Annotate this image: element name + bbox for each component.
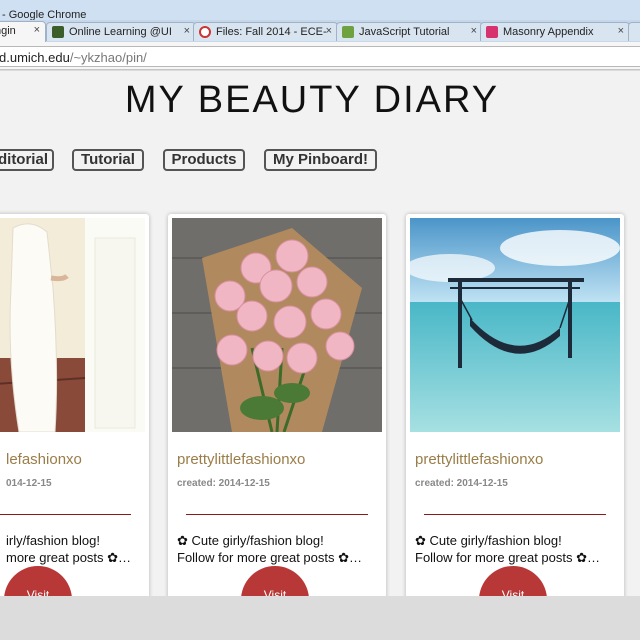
visit-button[interactable]: Visit [4,566,72,596]
pin-divider [186,514,368,515]
pin-card[interactable]: prettylittlefashionxo created: 2014-12-1… [168,214,386,596]
masonry-icon [486,26,498,38]
tab-label: Files: Fall 2014 - ECE- [216,26,327,38]
pin-description-line: ✿ Cute girly/fashion blog! [415,533,562,548]
pin-description-line: Follow for more great posts ✿… [177,550,363,565]
pin-username[interactable]: prettylittlefashionxo [177,451,305,468]
tab-close-icon[interactable]: × [326,25,332,37]
nav-pinboard-button[interactable]: My Pinboard! [264,149,377,171]
tab-label: Online Learning @UI [69,26,172,38]
pin-image-white-dress[interactable] [0,218,145,432]
roses-photo [172,218,382,432]
address-bar[interactable]: d.umich.edu/~ykzhao/pin/ [0,46,640,67]
white-dress-photo [0,218,145,432]
tab-label: ngin [0,25,16,37]
site-title: MY BEAUTY DIARY [124,79,500,121]
pin-description: ✿ Cute girly/fashion blog! Follow for mo… [177,532,382,566]
nav-editorial-button[interactable]: ditorial [0,149,54,171]
tab-active[interactable]: ngin × [0,21,46,42]
canvas-icon [199,26,211,38]
tab-files[interactable]: Files: Fall 2014 - ECE- × [193,22,338,41]
pin-description-line: irly/fashion blog! [6,533,100,548]
ctools-icon [52,26,64,38]
visit-button[interactable]: Visit [479,566,547,596]
pin-divider [424,514,606,515]
tab-close-icon[interactable]: × [34,24,40,36]
pin-description: ✿ Cute girly/fashion blog! Follow for mo… [415,532,620,566]
pin-description-line: ✿ Cute girly/fashion blog! [177,533,324,548]
tab-masonry-appendix[interactable]: Masonry Appendix × [480,22,630,41]
visit-button[interactable]: Visit [241,566,309,596]
tab-javascript-tutorial[interactable]: JavaScript Tutorial × [336,22,483,41]
page-content: MY BEAUTY DIARY ditorial Tutorial Produc… [0,71,640,596]
new-tab-button[interactable] [628,22,640,41]
pin-card[interactable]: lefashionxo 014-12-15 irly/fashion blog!… [0,214,149,596]
nav-products-button[interactable]: Products [163,149,245,171]
url-path: /~ykzhao/pin/ [69,50,147,65]
tab-close-icon[interactable]: × [618,25,624,37]
pin-date: 014-12-15 [6,478,52,489]
pin-username[interactable]: prettylittlefashionxo [415,451,543,468]
window-titlebar: - Google Chrome [0,0,640,22]
pin-description-line: Follow for more great posts ✿… [415,550,601,565]
w3schools-icon [342,26,354,38]
url-host: d.umich.edu [0,50,70,65]
window-bottom-area [0,596,640,640]
pin-date: created: 2014-12-15 [415,478,508,489]
pin-date: created: 2014-12-15 [177,478,270,489]
pin-description-line: more great posts ✿… [6,550,132,565]
pin-description: irly/fashion blog! more great posts ✿… [6,532,146,566]
pin-username[interactable]: lefashionxo [6,451,82,468]
tab-close-icon[interactable]: × [471,25,477,37]
pin-image-roses[interactable] [172,218,382,432]
tab-online-learning[interactable]: Online Learning @UI × [46,22,196,41]
pin-image-hammock[interactable] [410,218,620,432]
tab-label: JavaScript Tutorial [359,26,450,38]
address-url: d.umich.edu/~ykzhao/pin/ [0,50,147,65]
hammock-photo [410,218,620,432]
nav-tutorial-button[interactable]: Tutorial [72,149,144,171]
pin-card[interactable]: prettylittlefashionxo created: 2014-12-1… [406,214,624,596]
tab-close-icon[interactable]: × [184,25,190,37]
tab-label: Masonry Appendix [503,26,594,38]
browser-toolbar: d.umich.edu/~ykzhao/pin/ [0,42,640,70]
pin-divider [0,514,131,515]
